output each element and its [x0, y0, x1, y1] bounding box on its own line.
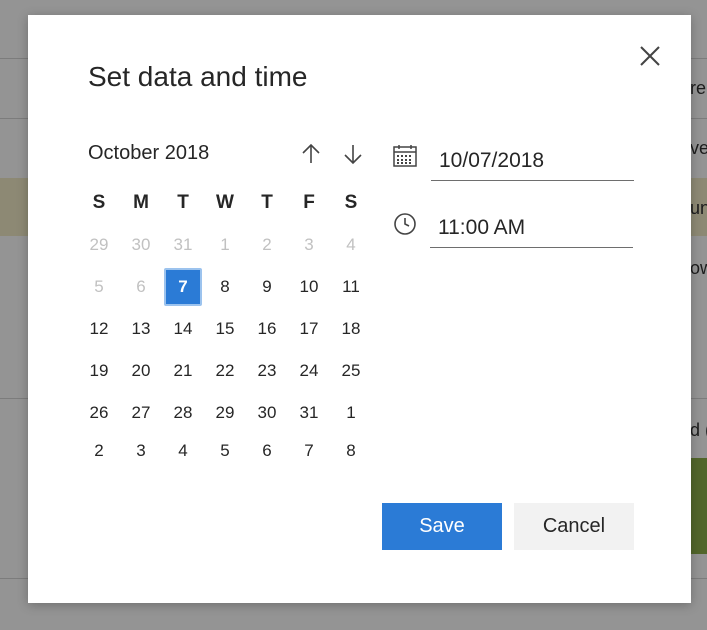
- calendar-day-selected[interactable]: 7: [164, 268, 202, 306]
- month-label: October 2018: [88, 142, 210, 164]
- calendar-day[interactable]: 6: [248, 432, 286, 470]
- calendar-day[interactable]: 6: [122, 268, 160, 306]
- weekday-header: T: [177, 192, 189, 213]
- weekday-header: T: [261, 192, 273, 213]
- clock-icon: [394, 213, 416, 235]
- calendar-day[interactable]: 13: [122, 310, 160, 348]
- calendar-day[interactable]: 1: [206, 226, 244, 264]
- arrow-up-icon: [302, 143, 320, 163]
- calendar-day[interactable]: 12: [80, 310, 118, 348]
- calendar-day[interactable]: 28: [164, 394, 202, 432]
- calendar-day[interactable]: 8: [332, 432, 370, 470]
- calendar-day[interactable]: 3: [122, 432, 160, 470]
- calendar-day[interactable]: 20: [122, 352, 160, 390]
- calendar-day[interactable]: 25: [332, 352, 370, 390]
- calendar-day[interactable]: 18: [332, 310, 370, 348]
- save-button[interactable]: Save: [382, 503, 502, 550]
- calendar-day[interactable]: 30: [122, 226, 160, 264]
- calendar-day[interactable]: 9: [248, 268, 286, 306]
- calendar-day[interactable]: 3: [290, 226, 328, 264]
- close-button[interactable]: [634, 40, 666, 72]
- weekday-header: S: [92, 192, 106, 213]
- calendar-day[interactable]: 30: [248, 394, 286, 432]
- previous-month-button[interactable]: [298, 141, 324, 167]
- calendar-day[interactable]: 19: [80, 352, 118, 390]
- calendar-day[interactable]: 17: [290, 310, 328, 348]
- weekday-header: W: [216, 192, 234, 213]
- weekday-header: F: [303, 192, 315, 213]
- calendar-day[interactable]: 4: [332, 226, 370, 264]
- arrow-down-icon: [344, 145, 362, 165]
- calendar-day[interactable]: 7: [290, 432, 328, 470]
- next-month-button[interactable]: [340, 141, 366, 167]
- calendar-day[interactable]: 2: [248, 226, 286, 264]
- calendar-day[interactable]: 29: [80, 226, 118, 264]
- cancel-button[interactable]: Cancel: [514, 503, 634, 550]
- close-icon: [640, 46, 660, 66]
- dialog-title: Set data and time: [88, 61, 308, 92]
- calendar-day[interactable]: 31: [290, 394, 328, 432]
- calendar-day[interactable]: 23: [248, 352, 286, 390]
- calendar-day[interactable]: 15: [206, 310, 244, 348]
- calendar-day[interactable]: 2: [80, 432, 118, 470]
- calendar-day[interactable]: 4: [164, 432, 202, 470]
- calendar-day[interactable]: 27: [122, 394, 160, 432]
- calendar-day[interactable]: 14: [164, 310, 202, 348]
- calendar-day[interactable]: 5: [80, 268, 118, 306]
- calendar-day[interactable]: 22: [206, 352, 244, 390]
- calendar-icon: [393, 145, 417, 167]
- date-input[interactable]: [431, 141, 634, 181]
- weekday-header: M: [133, 192, 149, 213]
- time-input[interactable]: [430, 208, 633, 248]
- weekday-header: S: [344, 192, 358, 213]
- calendar-day[interactable]: 26: [80, 394, 118, 432]
- calendar-day[interactable]: 10: [290, 268, 328, 306]
- calendar-day[interactable]: 21: [164, 352, 202, 390]
- date-time-dialog: Set data and time October 2018 S M T W T F S 29…: [28, 15, 691, 603]
- calendar-day[interactable]: 31: [164, 226, 202, 264]
- calendar-day[interactable]: 11: [332, 268, 370, 306]
- calendar-day[interactable]: 5: [206, 432, 244, 470]
- calendar-day[interactable]: 1: [332, 394, 370, 432]
- calendar-day[interactable]: 24: [290, 352, 328, 390]
- calendar-day[interactable]: 8: [206, 268, 244, 306]
- calendar-day[interactable]: 16: [248, 310, 286, 348]
- calendar-day[interactable]: 29: [206, 394, 244, 432]
